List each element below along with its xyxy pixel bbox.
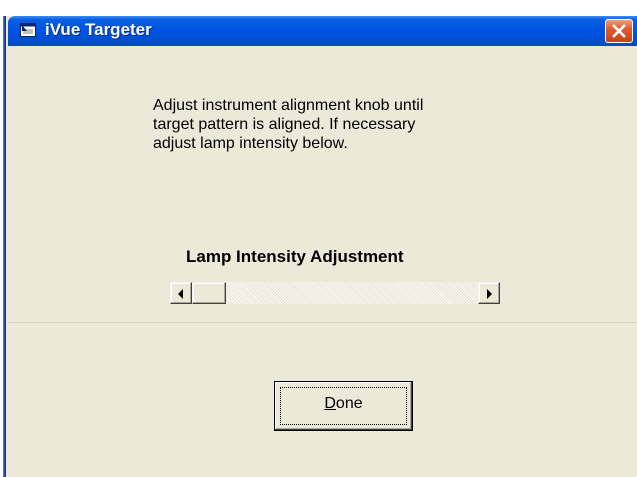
close-button[interactable] [605, 19, 633, 43]
window-title: iVue Targeter [45, 20, 152, 39]
scroll-right-button[interactable] [478, 282, 500, 304]
app-window-icon [20, 23, 36, 37]
close-icon [612, 24, 626, 38]
right-arrow-icon [487, 289, 492, 299]
done-label-rest: one [335, 395, 363, 412]
scroll-left-button[interactable] [170, 282, 192, 304]
instructions-line-1: Adjust instrument alignment knob until [153, 97, 424, 114]
lamp-intensity-scrollbar[interactable] [170, 282, 500, 304]
lamp-intensity-label: Lamp Intensity Adjustment [186, 247, 404, 266]
left-arrow-icon [178, 289, 183, 299]
divider [8, 322, 637, 323]
done-mnemonic: D [324, 395, 336, 412]
lamp-intensity-thumb[interactable] [192, 282, 226, 304]
done-button[interactable]: Done [274, 381, 413, 431]
instructions-line-2: target pattern is aligned. If necessary [153, 116, 416, 133]
title-bar[interactable]: iVue Targeter [8, 16, 637, 46]
instructions-text: Adjust instrument alignment knob until t… [153, 96, 513, 153]
ivue-targeter-dialog: iVue Targeter Adjust instrument alignmen… [8, 16, 637, 477]
done-button-label: Done [275, 395, 412, 413]
background-window-edge [0, 16, 8, 477]
instructions-line-3: adjust lamp intensity below. [153, 135, 348, 152]
